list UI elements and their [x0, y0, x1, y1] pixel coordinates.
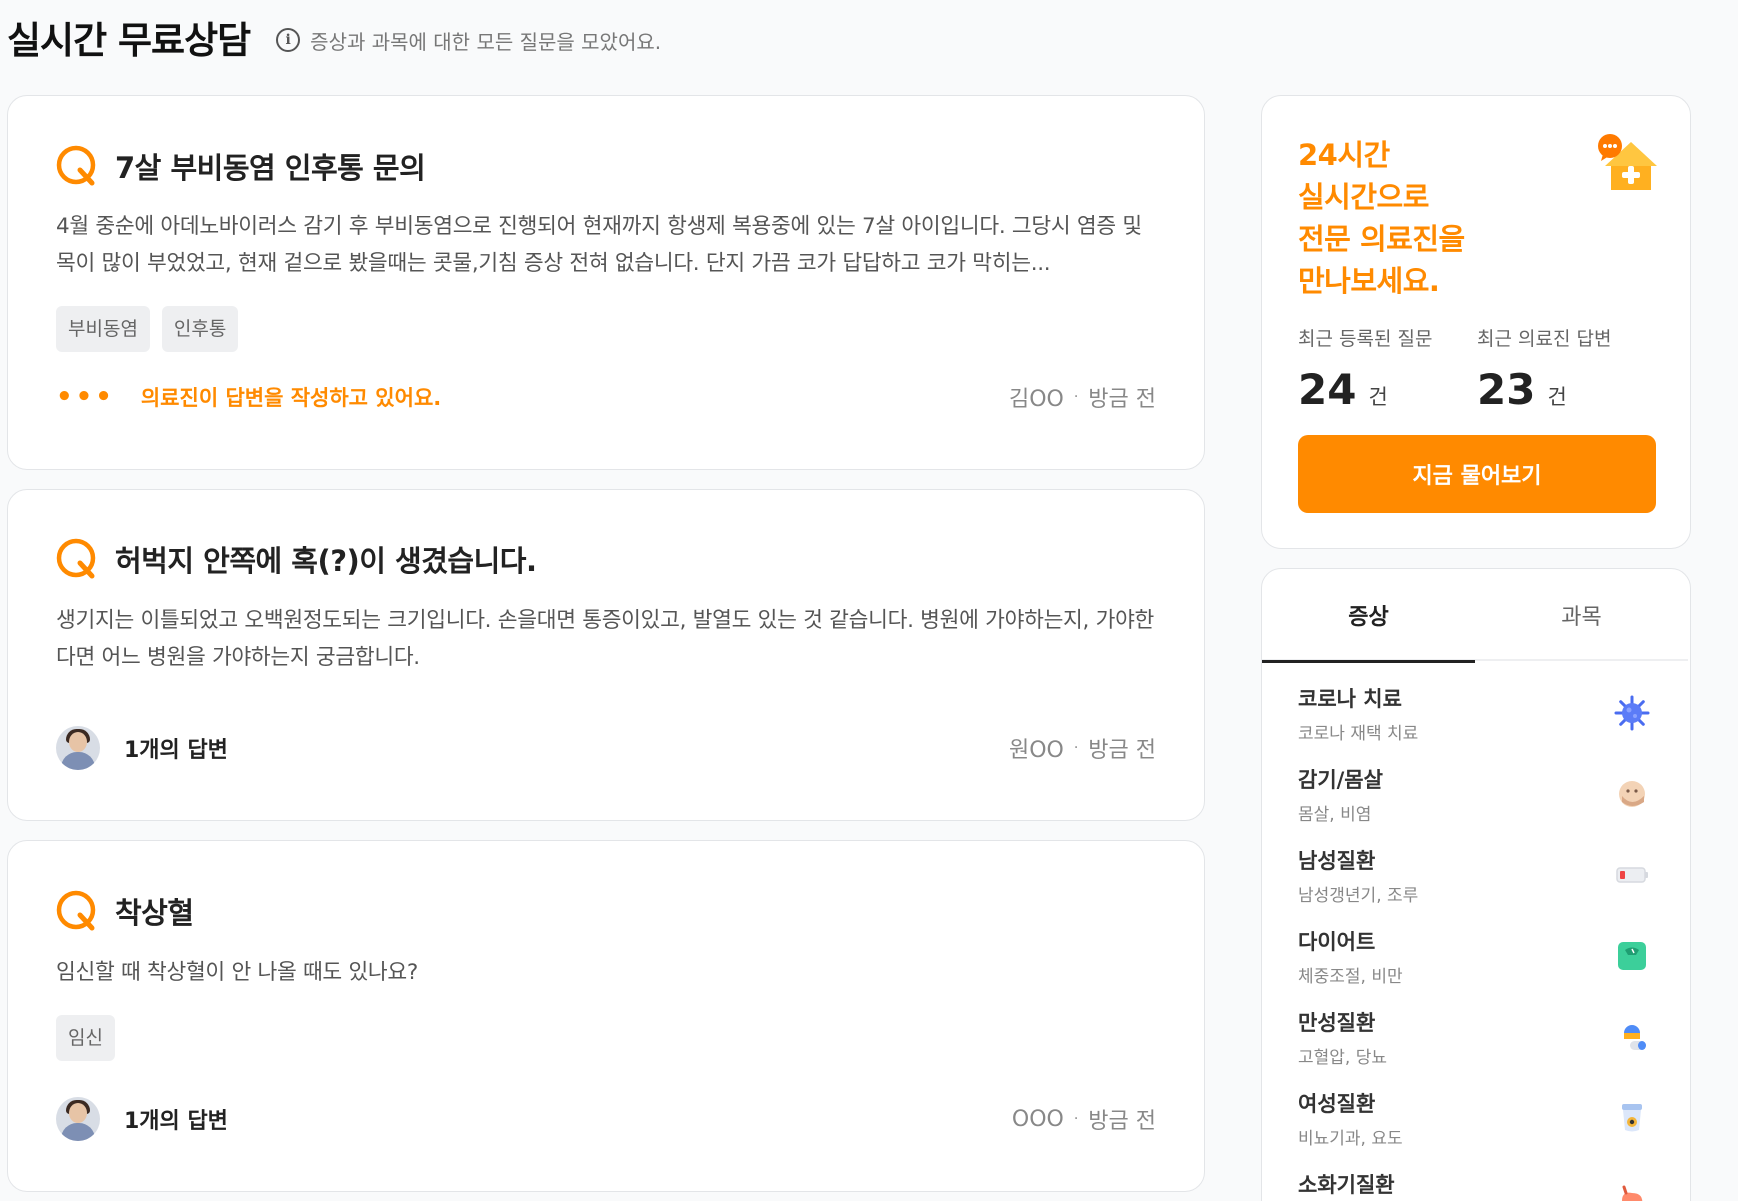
category-item-diet[interactable]: 다이어트 체중조절, 비만	[1262, 920, 1688, 1001]
question-meta: OOO · 방금 전	[1012, 1103, 1156, 1135]
question-title-row: 7살 부비동염 인후통 문의	[55, 144, 426, 188]
category-list: 코로나 치료 코로나 재택 치료 감기/몸살 몸살, 비염 남성질환 남성갱년기…	[1262, 677, 1688, 1201]
page: 실시간 무료상담 i 증상과 과목에 대한 모든 질문을 모았어요. 7살 부비…	[0, 0, 1738, 1201]
meta-separator: ·	[1073, 1111, 1079, 1127]
question-footer: ••• 의료진이 답변을 작성하고 있어요. 김OO · 방금 전	[56, 381, 1156, 413]
category-item-covid[interactable]: 코로나 치료 코로나 재택 치료	[1262, 677, 1688, 758]
category-item-female[interactable]: 여성질환 비뇨기과, 요도	[1262, 1082, 1688, 1163]
tab-departments[interactable]: 과목	[1475, 569, 1688, 661]
question-tag[interactable]: 부비동염	[56, 306, 150, 352]
ask-now-button[interactable]: 지금 물어보기	[1298, 435, 1656, 513]
low-battery-icon	[1614, 857, 1650, 893]
page-header: 실시간 무료상담 i 증상과 과목에 대한 모든 질문을 모았어요.	[7, 10, 661, 64]
stat-number: 24	[1298, 365, 1357, 414]
question-author: OOO	[1011, 1106, 1064, 1132]
question-footer: 1개의 답변 원OO · 방금 전	[56, 726, 1156, 770]
answer-info: 1개의 답변	[56, 726, 228, 770]
answer-count: 1개의 답변	[124, 738, 228, 763]
medical-house-chat-icon	[1598, 134, 1657, 190]
question-title-row: 착상혈	[55, 889, 194, 933]
meta-separator: ·	[1073, 740, 1079, 756]
promo-headline: 24시간 실시간으로 전문 의료진을 만나보세요.	[1298, 134, 1465, 302]
category-item-male[interactable]: 남성질환 남성갱년기, 조루	[1262, 839, 1688, 920]
stat-number: 23	[1477, 365, 1536, 414]
stat-unit: 건	[1368, 385, 1388, 409]
question-time: 방금 전	[1088, 387, 1156, 412]
question-body: 4월 중순에 아데노바이러스 감기 후 부비동염으로 진행되어 현재까지 항생제…	[56, 214, 1142, 276]
stat-value: 23 건	[1477, 365, 1611, 414]
sick-face-icon	[1614, 776, 1650, 812]
answer-status-text: 의료진이 답변을 작성하고 있어요.	[140, 386, 442, 410]
promo-headline-line: 24시간	[1298, 138, 1390, 172]
stat-label: 최근 의료진 답변	[1477, 328, 1612, 350]
question-footer: 1개의 답변 OOO · 방금 전	[56, 1097, 1156, 1141]
answer-info: 1개의 답변	[56, 1097, 228, 1141]
question-card[interactable]: 착상혈 임신할 때 착상혈이 안 나올 때도 있나요? 임신 1개의 답변 OO…	[7, 840, 1205, 1192]
tab-symptoms[interactable]: 증상	[1262, 569, 1475, 663]
question-tag[interactable]: 임신	[56, 1015, 115, 1061]
page-title: 실시간 무료상담	[7, 19, 251, 62]
category-tabs: 증상 과목	[1262, 569, 1688, 663]
question-time: 방금 전	[1088, 1109, 1156, 1134]
question-card[interactable]: 허벅지 안쪽에 혹(?)이 생겼습니다. 생기지는 이틀되었고 오백원정도되는 …	[7, 489, 1205, 821]
question-tags: 부비동염 인후통	[56, 306, 239, 352]
question-body: 생기지는 이틀되었고 오백원정도되는 크기입니다. 손을대면 통증이있고, 발열…	[56, 608, 1155, 670]
category-item-digestive[interactable]: 소화기질환	[1262, 1163, 1688, 1201]
question-q-icon	[56, 145, 96, 186]
question-author: 원OO	[1008, 738, 1064, 763]
question-title-row: 허벅지 안쪽에 혹(?)이 생겼습니다.	[55, 537, 537, 581]
question-title: 허벅지 안쪽에 혹(?)이 생겼습니다.	[115, 544, 537, 578]
answer-status: ••• 의료진이 답변을 작성하고 있어요.	[56, 382, 441, 412]
virus-icon	[1614, 695, 1650, 731]
question-title: 7살 부비동염 인후통 문의	[115, 151, 426, 185]
cup-icon	[1614, 1100, 1650, 1136]
answer-count: 1개의 답변	[124, 1109, 228, 1134]
category-item-chronic[interactable]: 만성질환 고혈압, 당뇨	[1262, 1001, 1688, 1082]
pill-icon	[1614, 1019, 1650, 1055]
question-q-icon	[56, 890, 96, 931]
stomach-icon	[1614, 1181, 1650, 1201]
stat-questions: 최근 등록된 질문 24 건	[1298, 324, 1432, 414]
typing-dots-icon: •••	[56, 382, 115, 412]
stat-value: 24 건	[1298, 365, 1432, 414]
meta-separator: ·	[1073, 389, 1079, 405]
question-title: 착상혈	[115, 896, 194, 930]
question-tags: 임신	[56, 1015, 115, 1061]
header-description: 증상과 과목에 대한 모든 질문을 모았어요.	[310, 29, 662, 54]
question-body: 임신할 때 착상혈이 안 나올 때도 있나요?	[56, 960, 418, 985]
category-card: 증상 과목 코로나 치료 코로나 재택 치료 감기/몸살 몸살, 비염 남성질환…	[1261, 568, 1691, 1201]
category-item-cold[interactable]: 감기/몸살 몸살, 비염	[1262, 758, 1688, 839]
question-time: 방금 전	[1088, 738, 1156, 763]
question-meta: 원OO · 방금 전	[1009, 732, 1156, 764]
promo-headline-line: 만나보세요.	[1298, 264, 1440, 298]
doctor-avatar	[56, 1097, 100, 1141]
promo-headline-line: 실시간으로	[1298, 180, 1429, 214]
question-tag[interactable]: 인후통	[161, 306, 239, 352]
stat-unit: 건	[1547, 385, 1567, 409]
question-author: 김OO	[1008, 387, 1064, 412]
question-card[interactable]: 7살 부비동염 인후통 문의 4월 중순에 아데노바이러스 감기 후 부비동염으…	[7, 95, 1205, 470]
stat-label: 최근 등록된 질문	[1298, 328, 1433, 350]
stat-answers: 최근 의료진 답변 23 건	[1477, 324, 1611, 414]
doctor-avatar	[56, 726, 100, 770]
promo-headline-line: 전문 의료진을	[1298, 222, 1465, 256]
header-info: i 증상과 과목에 대한 모든 질문을 모았어요.	[276, 26, 661, 55]
scale-icon	[1614, 938, 1650, 974]
question-q-icon	[56, 538, 96, 579]
promo-card: 24시간 실시간으로 전문 의료진을 만나보세요. 최근 등록된 질문 24 건	[1261, 95, 1691, 549]
info-icon[interactable]: i	[276, 28, 301, 52]
question-meta: 김OO · 방금 전	[1009, 381, 1156, 413]
